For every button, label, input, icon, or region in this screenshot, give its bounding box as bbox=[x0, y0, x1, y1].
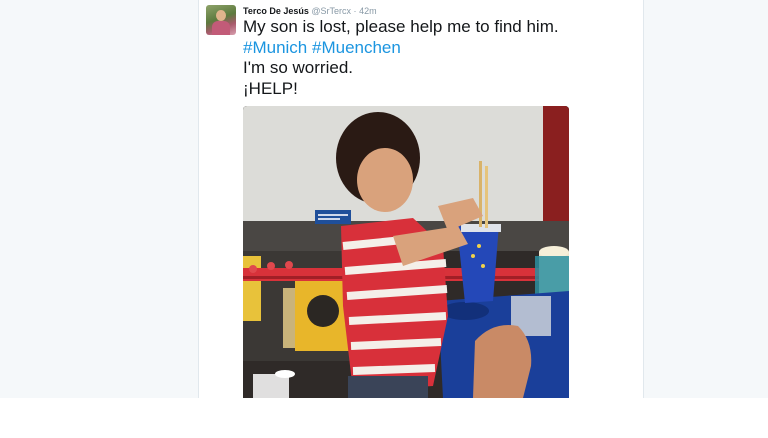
tweet-text: My son is lost, please help me to find h… bbox=[243, 17, 573, 99]
tweet-header: Terco De Jesús @SrTercx · 42m bbox=[243, 6, 377, 16]
hashtag-muenchen[interactable]: #Muenchen bbox=[312, 38, 401, 57]
tweet-photo[interactable] bbox=[243, 106, 569, 398]
avatar-face bbox=[216, 10, 226, 21]
display-name[interactable]: Terco De Jesús bbox=[243, 6, 309, 16]
avatar-body bbox=[212, 21, 230, 35]
tweet-line-3: ¡HELP! bbox=[243, 78, 298, 98]
hashtag-munich[interactable]: #Munich bbox=[243, 38, 307, 57]
tweet-timestamp[interactable]: 42m bbox=[359, 6, 377, 16]
user-handle[interactable]: @SrTercx bbox=[311, 6, 351, 16]
user-avatar[interactable] bbox=[206, 5, 236, 35]
tweet-hashtag-line: #Munich #Muenchen bbox=[243, 38, 573, 59]
header-separator: · bbox=[353, 6, 357, 16]
tweet-line-1: My son is lost, please help me to find h… bbox=[243, 17, 559, 36]
tweet-line-2: I'm so worried. bbox=[243, 58, 353, 77]
photo-illustration bbox=[243, 106, 569, 398]
right-panel bbox=[576, 0, 644, 398]
